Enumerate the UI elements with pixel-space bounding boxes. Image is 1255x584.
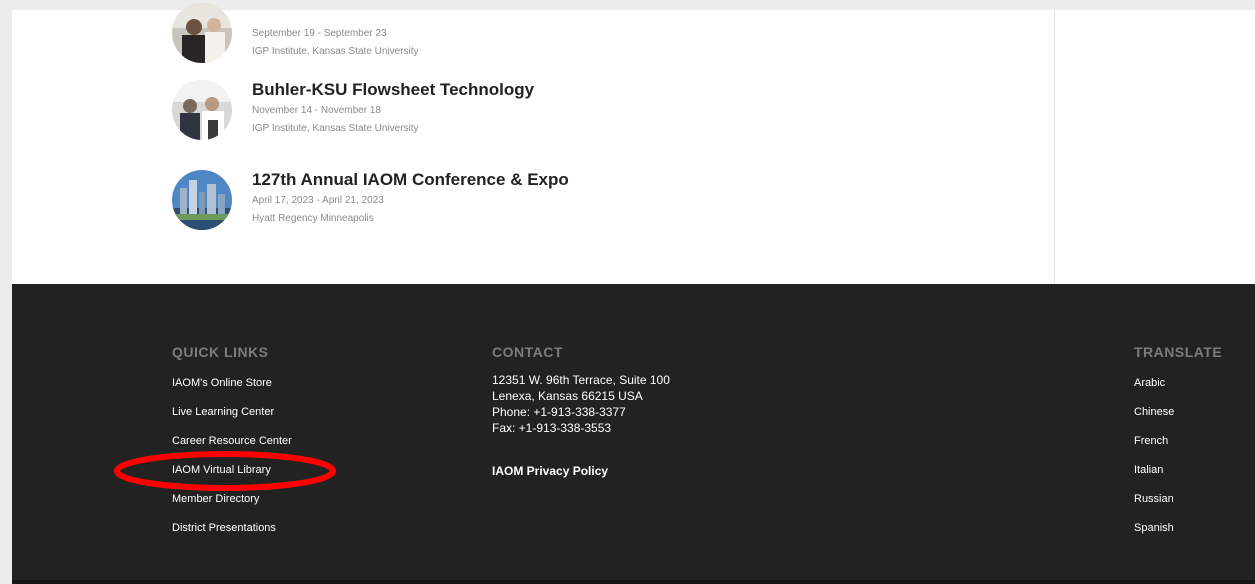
event-date: April 17, 2023 - April 21, 2023 [252, 195, 384, 206]
event-venue: IGP Institute, Kansas State University [252, 123, 419, 134]
event-photo-icon[interactable] [172, 170, 232, 230]
translate-french[interactable]: French [1134, 434, 1174, 463]
privacy-policy-link[interactable]: IAOM Privacy Policy [492, 464, 608, 478]
event-item[interactable]: September 19 - September 23 IGP Institut… [172, 3, 772, 63]
quick-link-district-presentations[interactable]: District Presentations [172, 521, 292, 550]
quick-links-heading: QUICK LINKS [172, 344, 269, 360]
event-item[interactable]: Buhler-KSU Flowsheet Technology November… [172, 80, 772, 140]
translate-russian[interactable]: Russian [1134, 492, 1174, 521]
event-date: November 14 - November 18 [252, 105, 381, 116]
sidebar-divider [1054, 10, 1055, 284]
events-panel: September 19 - September 23 IGP Institut… [12, 3, 1255, 284]
quick-links-list: IAOM's Online Store Live Learning Center… [172, 376, 292, 550]
contact-address: 12351 W. 96th Terrace, Suite 100 Lenexa,… [492, 372, 670, 436]
event-title[interactable]: Buhler-KSU Flowsheet Technology [252, 80, 534, 100]
event-date: September 19 - September 23 [252, 28, 387, 39]
event-photo-icon[interactable] [172, 80, 232, 140]
event-venue: IGP Institute, Kansas State University [252, 46, 419, 57]
quick-link-member-directory[interactable]: Member Directory [172, 492, 292, 521]
event-title[interactable]: 127th Annual IAOM Conference & Expo [252, 170, 569, 190]
event-item[interactable]: 127th Annual IAOM Conference & Expo Apri… [172, 170, 772, 230]
quick-link-live-learning-center[interactable]: Live Learning Center [172, 405, 292, 434]
translate-chinese[interactable]: Chinese [1134, 405, 1174, 434]
quick-link-virtual-library[interactable]: IAOM Virtual Library [172, 463, 292, 492]
event-photo-icon[interactable] [172, 3, 232, 63]
contact-fax: Fax: +1-913-338-3553 [492, 421, 612, 435]
translate-italian[interactable]: Italian [1134, 463, 1174, 492]
translate-spanish[interactable]: Spanish [1134, 521, 1174, 550]
contact-address-line2: Lenexa, Kansas 66215 USA [492, 389, 643, 403]
footer-bottom-strip [12, 580, 1255, 584]
contact-address-line1: 12351 W. 96th Terrace, Suite 100 [492, 373, 670, 387]
translate-arabic[interactable]: Arabic [1134, 376, 1174, 405]
contact-heading: CONTACT [492, 344, 563, 360]
page: September 19 - September 23 IGP Institut… [0, 0, 1255, 584]
contact-phone[interactable]: Phone: +1-913-338-3377 [492, 404, 670, 420]
translate-list: Arabic Chinese French Italian Russian Sp… [1134, 376, 1174, 550]
translate-heading: TRANSLATE [1134, 344, 1223, 360]
quick-link-online-store[interactable]: IAOM's Online Store [172, 376, 292, 405]
footer: QUICK LINKS IAOM's Online Store Live Lea… [12, 284, 1255, 580]
event-venue: Hyatt Regency Minneapolis [252, 213, 374, 224]
quick-link-career-resource-center[interactable]: Career Resource Center [172, 434, 292, 463]
